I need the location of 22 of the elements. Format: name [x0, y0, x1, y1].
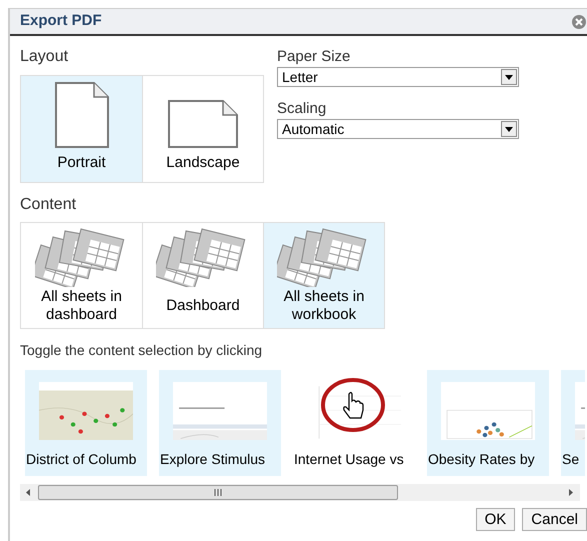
- hint-text: Toggle the content selection by clicking: [20, 341, 264, 360]
- ok-button[interactable]: OK: [476, 508, 516, 531]
- paper-size-select[interactable]: Letter: [277, 67, 519, 87]
- close-icon[interactable]: [572, 14, 586, 28]
- scroll-thumb[interactable]: [38, 485, 398, 500]
- content-option[interactable]: All sheets in workbook: [263, 223, 384, 328]
- page-icon: [54, 81, 110, 149]
- sheet-thumbnail[interactable]: Se: [561, 370, 585, 476]
- section-label: Content: [20, 195, 78, 215]
- scaling-select[interactable]: Automatic: [277, 119, 519, 139]
- cancel-button[interactable]: Cancel: [522, 508, 587, 531]
- section-label: Layout: [20, 47, 70, 67]
- page-icon: [167, 99, 239, 149]
- horizontal-scrollbar[interactable]: [20, 484, 580, 501]
- field-label: Paper Size: [277, 47, 352, 67]
- sheet-thumbnail[interactable]: Explore Stimulus: [159, 370, 281, 476]
- layout-option[interactable]: Portrait: [21, 76, 142, 182]
- sheet-thumbnail[interactable]: Obesity Rates by: [427, 370, 549, 476]
- sheet-thumbnail[interactable]: District of Columb: [25, 370, 147, 476]
- field-label: Scaling: [277, 99, 328, 119]
- window-title: Export PDF: [20, 11, 102, 32]
- pointer-hand-icon: [319, 376, 387, 434]
